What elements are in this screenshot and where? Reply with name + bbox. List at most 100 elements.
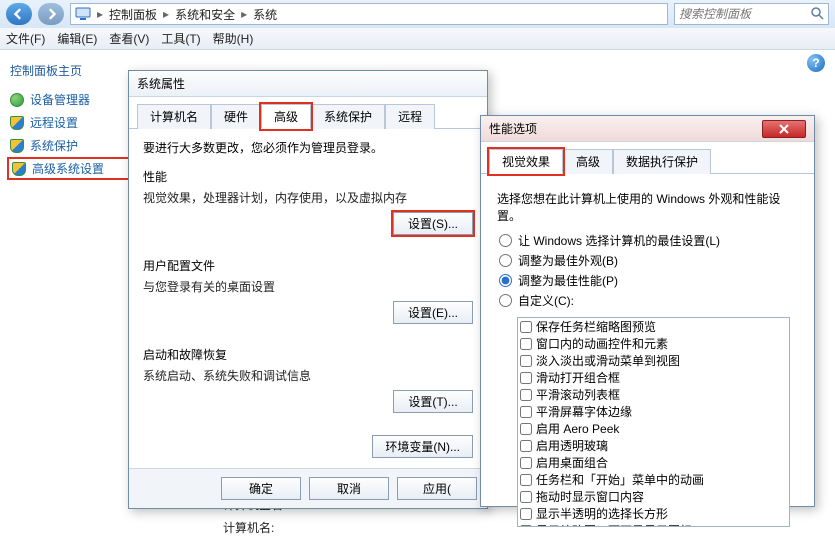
settings-button[interactable]: 设置(T)... <box>393 390 473 413</box>
checkbox[interactable] <box>520 423 532 435</box>
list-item[interactable]: 任务栏和「开始」菜单中的动画 <box>518 471 789 488</box>
radio-input[interactable] <box>499 254 512 267</box>
chevron-right-icon: ▸ <box>239 7 249 21</box>
chevron-right-icon: ▸ <box>95 7 105 21</box>
radio-label: 调整为最佳性能(P) <box>518 272 618 289</box>
list-item-label: 拖动时显示窗口内容 <box>536 488 644 505</box>
forward-button[interactable] <box>38 3 64 25</box>
close-button[interactable] <box>762 120 806 138</box>
ok-button[interactable]: 确定 <box>221 477 301 500</box>
list-item[interactable]: 启用 Aero Peek <box>518 420 789 437</box>
group-desc: 系统启动、系统失败和调试信息 <box>143 367 473 384</box>
tab[interactable]: 远程 <box>385 104 435 129</box>
sidebar-item-label: 高级系统设置 <box>32 160 104 177</box>
breadcrumb-item[interactable]: 系统 <box>253 6 277 23</box>
breadcrumb-item[interactable]: 系统和安全 <box>175 6 235 23</box>
list-item-label: 滑动打开组合框 <box>536 369 620 386</box>
list-item-label: 平滑屏幕字体边缘 <box>536 403 632 420</box>
sidebar-item-label: 远程设置 <box>30 114 78 131</box>
radio-option[interactable]: 调整为最佳外观(B) <box>499 252 796 269</box>
breadcrumb[interactable]: ▸ 控制面板 ▸ 系统和安全 ▸ 系统 <box>70 3 668 25</box>
dialog-body: 要进行大多数更改，您必须作为管理员登录。 性能视觉效果，处理器计划，内存使用，以… <box>129 129 487 468</box>
list-item[interactable]: 显示缩略图，而不是显示图标 <box>518 522 789 527</box>
search-box[interactable] <box>674 3 829 25</box>
checkbox[interactable] <box>520 355 532 367</box>
dialog-title: 性能选项 <box>489 120 537 137</box>
list-item[interactable]: 窗口内的动画控件和元素 <box>518 335 789 352</box>
dialog-title-bar[interactable]: 性能选项 <box>481 116 814 142</box>
sidebar-item[interactable]: 高级系统设置 <box>10 160 145 177</box>
list-item[interactable]: 滑动打开组合框 <box>518 369 789 386</box>
list-item[interactable]: 平滑滚动列表框 <box>518 386 789 403</box>
tab[interactable]: 硬件 <box>211 104 261 129</box>
checkbox[interactable] <box>520 338 532 350</box>
radio-option[interactable]: 让 Windows 选择计算机的最佳设置(L) <box>499 232 796 249</box>
list-item[interactable]: 淡入淡出或滑动菜单到视图 <box>518 352 789 369</box>
radio-label: 自定义(C): <box>518 292 574 309</box>
tab[interactable]: 数据执行保护 <box>613 149 711 174</box>
apply-button[interactable]: 应用( <box>397 477 477 500</box>
group-title: 性能 <box>143 168 473 185</box>
radio-group: 让 Windows 选择计算机的最佳设置(L) 调整为最佳外观(B) 调整为最佳性能… <box>499 232 796 309</box>
checkbox[interactable] <box>520 457 532 469</box>
bullet-icon <box>10 93 24 107</box>
visual-effects-list[interactable]: 保存任务栏缩略图预览窗口内的动画控件和元素淡入淡出或滑动菜单到视图滑动打开组合框… <box>517 317 790 527</box>
sidebar-header[interactable]: 控制面板主页 <box>10 62 145 79</box>
checkbox[interactable] <box>520 440 532 452</box>
radio-label: 让 Windows 选择计算机的最佳设置(L) <box>518 232 720 249</box>
menu-tools[interactable]: 工具(T) <box>161 30 200 47</box>
cancel-button[interactable]: 取消 <box>309 477 389 500</box>
sidebar-item[interactable]: 远程设置 <box>10 114 145 131</box>
checkbox[interactable] <box>520 321 532 333</box>
tab[interactable]: 高级 <box>261 104 311 129</box>
radio-input[interactable] <box>499 294 512 307</box>
list-item[interactable]: 拖动时显示窗口内容 <box>518 488 789 505</box>
list-item[interactable]: 平滑屏幕字体边缘 <box>518 403 789 420</box>
sidebar-item[interactable]: 系统保护 <box>10 137 145 154</box>
list-item[interactable]: 保存任务栏缩略图预览 <box>518 318 789 335</box>
checkbox[interactable] <box>520 491 532 503</box>
radio-option[interactable]: 自定义(C): <box>499 292 796 309</box>
sidebar-item[interactable]: 设备管理器 <box>10 91 145 108</box>
perf-instruction: 选择您想在此计算机上使用的 Windows 外观和性能设置。 <box>497 190 798 224</box>
menu-bar: 文件(F) 编辑(E) 查看(V) 工具(T) 帮助(H) <box>0 28 835 50</box>
checkbox[interactable] <box>520 474 532 486</box>
back-button[interactable] <box>6 3 32 25</box>
checkbox[interactable] <box>520 406 532 418</box>
menu-view[interactable]: 查看(V) <box>109 30 149 47</box>
breadcrumb-item[interactable]: 控制面板 <box>109 6 157 23</box>
dialog-title: 系统属性 <box>137 75 185 92</box>
settings-button[interactable]: 设置(E)... <box>393 301 473 324</box>
group-desc: 与您登录有关的桌面设置 <box>143 278 473 295</box>
list-item[interactable]: 启用桌面组合 <box>518 454 789 471</box>
list-item[interactable]: 启用透明玻璃 <box>518 437 789 454</box>
performance-options-dialog: 性能选项 视觉效果高级数据执行保护 选择您想在此计算机上使用的 Windows … <box>480 115 815 507</box>
dialog-title-bar[interactable]: 系统属性 <box>129 71 487 97</box>
radio-input[interactable] <box>499 234 512 247</box>
checkbox[interactable] <box>520 525 532 528</box>
checkbox[interactable] <box>520 389 532 401</box>
search-input[interactable] <box>679 7 806 21</box>
explorer-nav-bar: ▸ 控制面板 ▸ 系统和安全 ▸ 系统 <box>0 0 835 28</box>
radio-option[interactable]: 调整为最佳性能(P) <box>499 272 796 289</box>
tab[interactable]: 高级 <box>563 149 613 174</box>
radio-input[interactable] <box>499 274 512 287</box>
menu-edit[interactable]: 编辑(E) <box>57 30 97 47</box>
tab[interactable]: 计算机名 <box>137 104 211 129</box>
menu-help[interactable]: 帮助(H) <box>213 30 254 47</box>
menu-file[interactable]: 文件(F) <box>6 30 45 47</box>
tab[interactable]: 系统保护 <box>311 104 385 129</box>
dialog-tabs: 计算机名硬件高级系统保护远程 <box>129 97 487 129</box>
search-icon[interactable] <box>810 6 824 23</box>
shield-icon <box>10 139 24 153</box>
dialog-footer: 确定 取消 应用( <box>129 468 487 508</box>
checkbox[interactable] <box>520 372 532 384</box>
settings-button[interactable]: 设置(S)... <box>393 212 473 235</box>
checkbox[interactable] <box>520 508 532 520</box>
env-vars-button[interactable]: 环境变量(N)... <box>372 435 473 458</box>
list-item-label: 保存任务栏缩略图预览 <box>536 318 656 335</box>
list-item[interactable]: 显示半透明的选择长方形 <box>518 505 789 522</box>
shield-icon <box>10 116 24 130</box>
list-item-label: 显示半透明的选择长方形 <box>536 505 668 522</box>
tab[interactable]: 视觉效果 <box>489 149 563 174</box>
